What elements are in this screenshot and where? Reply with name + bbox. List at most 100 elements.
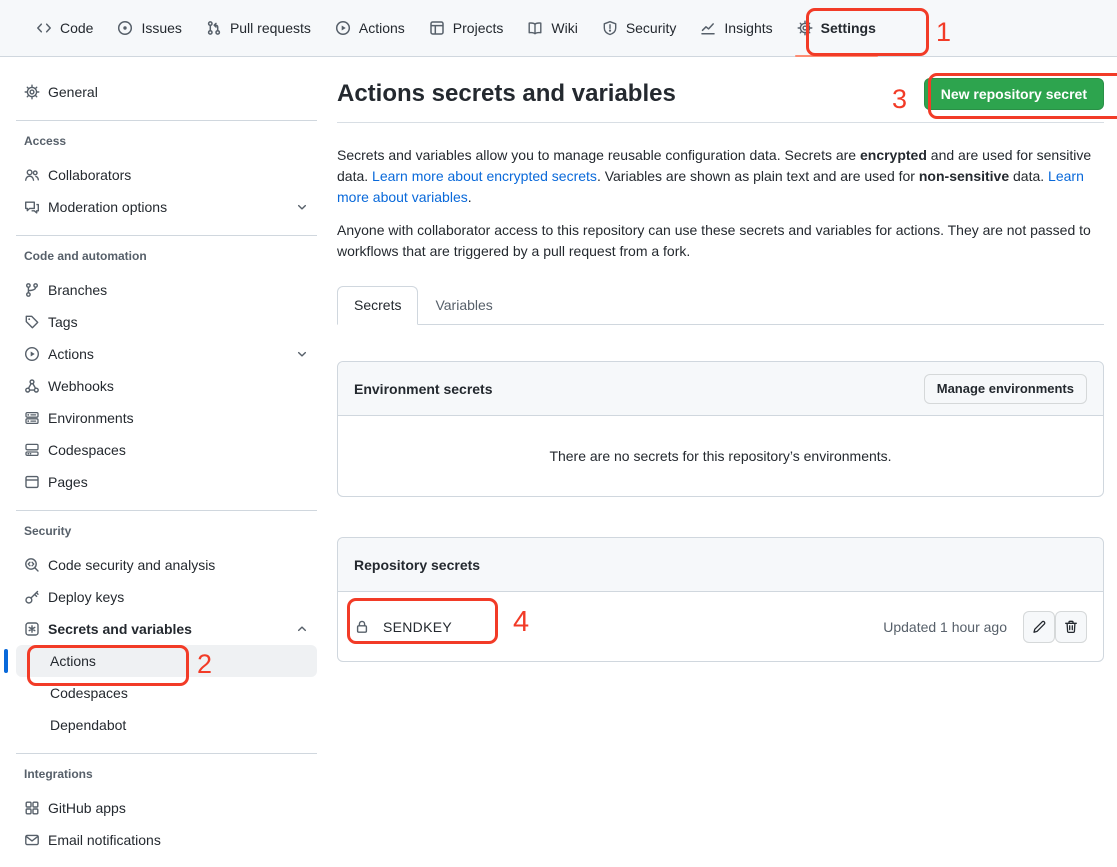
sidebar-item-tags[interactable]: Tags	[16, 306, 317, 338]
chevron-down-icon	[295, 200, 309, 214]
nav-tab-label: Security	[626, 20, 677, 36]
comment-discussion-icon	[24, 199, 40, 215]
sidebar-subitem-dependabot[interactable]: Dependabot	[16, 709, 317, 741]
sidebar-item-webhooks[interactable]: Webhooks	[16, 370, 317, 402]
chevron-down-icon	[295, 347, 309, 361]
sidebar-item-label: Email notifications	[48, 832, 161, 848]
sidebar-item-label: Secrets and variables	[48, 621, 192, 637]
secret-meta: Updated 1 hour ago	[883, 611, 1087, 643]
nav-tab-label: Insights	[724, 20, 772, 36]
sidebar-item-label: Moderation options	[48, 199, 167, 215]
sidebar-item-label: Codespaces	[50, 685, 128, 701]
intro-text-segment: . Variables are shown as plain text and …	[597, 168, 919, 184]
secret-row: SENDKEY Updated 1 hour ago	[338, 592, 1103, 661]
intro-text-segment: data.	[1009, 168, 1048, 184]
settings-sidebar: General Access Collaborators Moderation …	[16, 76, 317, 856]
nav-tab-projects[interactable]: Projects	[421, 12, 512, 44]
nav-tab-wiki[interactable]: Wiki	[519, 12, 585, 44]
sidebar-item-label: Environments	[48, 410, 134, 426]
book-icon	[527, 20, 543, 36]
encrypted-bold: encrypted	[860, 147, 927, 163]
sidebar-item-label: Webhooks	[48, 378, 114, 394]
chevron-up-icon	[295, 622, 309, 636]
nav-tab-actions[interactable]: Actions	[327, 12, 413, 44]
nav-tab-settings[interactable]: Settings	[789, 12, 884, 44]
tab-variables[interactable]: Variables	[418, 286, 509, 325]
learn-more-encrypted-secrets-link[interactable]: Learn more about encrypted secrets	[372, 168, 597, 184]
play-icon	[24, 346, 40, 362]
table-icon	[429, 20, 445, 36]
play-icon	[335, 20, 351, 36]
sidebar-item-label: GitHub apps	[48, 800, 126, 816]
divider	[16, 510, 317, 511]
sidebar-item-label: Pages	[48, 474, 88, 490]
secret-name: SENDKEY	[383, 619, 452, 635]
nav-tab-pull-requests[interactable]: Pull requests	[198, 12, 319, 44]
lock-icon	[354, 619, 370, 635]
nav-tab-issues[interactable]: Issues	[109, 12, 189, 44]
gear-icon	[797, 20, 813, 36]
nav-tab-label: Actions	[359, 20, 405, 36]
nav-tab-code[interactable]: Code	[28, 12, 101, 44]
secrets-variables-tabbar: Secrets Variables	[337, 286, 1104, 325]
sidebar-item-pages[interactable]: Pages	[16, 466, 317, 498]
sidebar-item-branches[interactable]: Branches	[16, 274, 317, 306]
nav-tab-label: Issues	[141, 20, 181, 36]
graph-icon	[700, 20, 716, 36]
sidebar-item-github-apps[interactable]: GitHub apps	[16, 792, 317, 824]
non-sensitive-bold: non-sensitive	[919, 168, 1009, 184]
divider	[337, 122, 1104, 123]
sidebar-item-actions[interactable]: Actions	[16, 338, 317, 370]
git-pull-request-icon	[206, 20, 222, 36]
nav-tab-security[interactable]: Security	[594, 12, 685, 44]
sidebar-item-moderation-options[interactable]: Moderation options	[16, 191, 317, 223]
issue-opened-icon	[117, 20, 133, 36]
nav-tab-label: Projects	[453, 20, 504, 36]
sidebar-item-label: General	[48, 84, 98, 100]
sidebar-item-label: Codespaces	[48, 442, 126, 458]
codescan-icon	[24, 557, 40, 573]
sidebar-item-label: Actions	[48, 346, 94, 362]
secret-name-group: SENDKEY	[354, 619, 452, 635]
codespaces-icon	[24, 442, 40, 458]
repository-secrets-box: Repository secrets SENDKEY Updated 1 hou…	[337, 537, 1104, 662]
tab-secrets[interactable]: Secrets	[337, 286, 418, 325]
nav-tab-insights[interactable]: Insights	[692, 12, 780, 44]
people-icon	[24, 167, 40, 183]
sidebar-item-code-security[interactable]: Code security and analysis	[16, 549, 317, 581]
webhook-icon	[24, 378, 40, 394]
delete-secret-button[interactable]	[1055, 611, 1087, 643]
environment-secrets-title: Environment secrets	[354, 381, 493, 397]
sidebar-item-label: Deploy keys	[48, 589, 124, 605]
intro-text-segment: .	[468, 189, 472, 205]
active-indicator-bar	[4, 649, 8, 673]
mail-icon	[24, 832, 40, 848]
trash-icon	[1063, 619, 1079, 635]
sidebar-item-codespaces[interactable]: Codespaces	[16, 434, 317, 466]
intro-paragraph-2: Anyone with collaborator access to this …	[337, 220, 1104, 262]
sidebar-section-access: Access	[16, 133, 317, 149]
sidebar-item-environments[interactable]: Environments	[16, 402, 317, 434]
repo-nav: Code Issues Pull requests Actions Projec…	[0, 0, 1117, 57]
sidebar-item-secrets-and-variables[interactable]: Secrets and variables	[16, 613, 317, 645]
sidebar-subitem-actions[interactable]: Actions	[16, 645, 317, 677]
sidebar-subitem-codespaces[interactable]: Codespaces	[16, 677, 317, 709]
sidebar-item-email-notifications[interactable]: Email notifications	[16, 824, 317, 856]
tag-icon	[24, 314, 40, 330]
secret-asterisk-icon	[24, 621, 40, 637]
repository-secrets-title: Repository secrets	[354, 557, 480, 573]
nav-tab-label: Wiki	[551, 20, 577, 36]
edit-secret-button[interactable]	[1023, 611, 1055, 643]
sidebar-item-label: Code security and analysis	[48, 557, 215, 573]
sidebar-item-collaborators[interactable]: Collaborators	[16, 159, 317, 191]
sidebar-item-label: Collaborators	[48, 167, 131, 183]
new-repository-secret-button[interactable]: New repository secret	[924, 78, 1104, 110]
nav-tab-label: Code	[60, 20, 93, 36]
main-content: Actions secrets and variables New reposi…	[337, 74, 1104, 662]
repository-secrets-header: Repository secrets	[338, 538, 1103, 592]
sidebar-item-general[interactable]: General	[16, 76, 317, 108]
manage-environments-button[interactable]: Manage environments	[924, 374, 1087, 404]
nav-tab-label: Settings	[821, 20, 876, 36]
sidebar-item-deploy-keys[interactable]: Deploy keys	[16, 581, 317, 613]
secret-actions	[1023, 611, 1087, 643]
